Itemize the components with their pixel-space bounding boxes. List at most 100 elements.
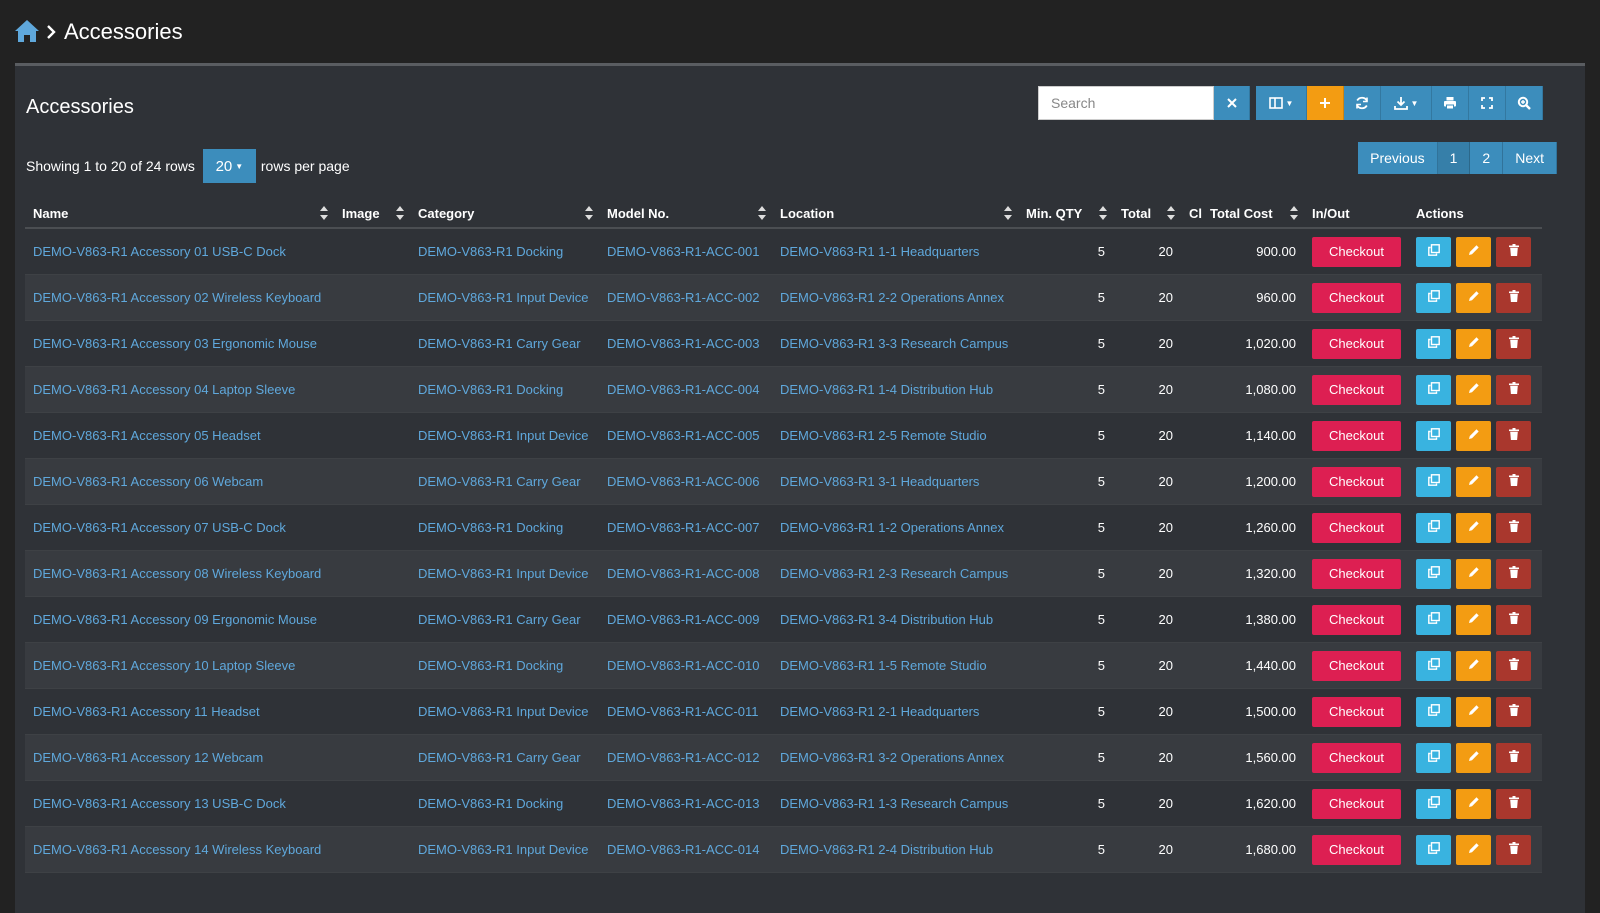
column-header-category[interactable]: Category	[410, 198, 599, 228]
delete-button[interactable]	[1496, 374, 1531, 405]
clear-search-button[interactable]	[1214, 86, 1250, 120]
accessory-name-link[interactable]: DEMO-V863-R1 Accessory 04 Laptop Sleeve	[25, 382, 334, 397]
edit-button[interactable]	[1456, 650, 1491, 681]
model-number-link[interactable]: DEMO-V863-R1-ACC-001	[599, 244, 772, 259]
edit-button[interactable]	[1456, 604, 1491, 635]
location-link[interactable]: DEMO-V863-R1 2-4 Distribution Hub	[772, 842, 1018, 857]
accessory-name-link[interactable]: DEMO-V863-R1 Accessory 10 Laptop Sleeve	[25, 658, 334, 673]
next-page-button[interactable]: Next	[1503, 142, 1557, 174]
category-link[interactable]: DEMO-V863-R1 Carry Gear	[410, 612, 599, 627]
edit-button[interactable]	[1456, 236, 1491, 267]
edit-button[interactable]	[1456, 466, 1491, 497]
location-link[interactable]: DEMO-V863-R1 3-3 Research Campus	[772, 336, 1018, 351]
checkout-button[interactable]: Checkout	[1312, 374, 1401, 405]
column-header-total[interactable]: Total	[1113, 198, 1181, 228]
delete-button[interactable]	[1496, 650, 1531, 681]
column-header-name[interactable]: Name	[25, 198, 334, 228]
model-number-link[interactable]: DEMO-V863-R1-ACC-010	[599, 658, 772, 673]
location-link[interactable]: DEMO-V863-R1 2-2 Operations Annex	[772, 290, 1018, 305]
category-link[interactable]: DEMO-V863-R1 Docking	[410, 244, 599, 259]
home-icon[interactable]	[14, 19, 40, 45]
sort-icon[interactable]	[585, 206, 593, 220]
location-link[interactable]: DEMO-V863-R1 2-3 Research Campus	[772, 566, 1018, 581]
edit-button[interactable]	[1456, 328, 1491, 359]
category-link[interactable]: DEMO-V863-R1 Docking	[410, 658, 599, 673]
delete-button[interactable]	[1496, 558, 1531, 589]
edit-button[interactable]	[1456, 834, 1491, 865]
edit-button[interactable]	[1456, 742, 1491, 773]
clone-button[interactable]	[1416, 282, 1451, 313]
location-link[interactable]: DEMO-V863-R1 2-5 Remote Studio	[772, 428, 1018, 443]
checkout-button[interactable]: Checkout	[1312, 558, 1401, 589]
category-link[interactable]: DEMO-V863-R1 Input Device	[410, 290, 599, 305]
accessory-name-link[interactable]: DEMO-V863-R1 Accessory 05 Headset	[25, 428, 334, 443]
checkout-button[interactable]: Checkout	[1312, 236, 1401, 267]
delete-button[interactable]	[1496, 328, 1531, 359]
accessory-name-link[interactable]: DEMO-V863-R1 Accessory 09 Ergonomic Mous…	[25, 612, 334, 627]
category-link[interactable]: DEMO-V863-R1 Docking	[410, 796, 599, 811]
accessory-name-link[interactable]: DEMO-V863-R1 Accessory 02 Wireless Keybo…	[25, 290, 334, 305]
edit-button[interactable]	[1456, 512, 1491, 543]
clone-button[interactable]	[1416, 696, 1451, 727]
delete-button[interactable]	[1496, 512, 1531, 543]
model-number-link[interactable]: DEMO-V863-R1-ACC-007	[599, 520, 772, 535]
accessory-name-link[interactable]: DEMO-V863-R1 Accessory 06 Webcam	[25, 474, 334, 489]
clone-button[interactable]	[1416, 512, 1451, 543]
sort-icon[interactable]	[1167, 206, 1175, 220]
model-number-link[interactable]: DEMO-V863-R1-ACC-002	[599, 290, 772, 305]
checkout-button[interactable]: Checkout	[1312, 466, 1401, 497]
delete-button[interactable]	[1496, 742, 1531, 773]
refresh-button[interactable]	[1344, 86, 1381, 120]
checkout-button[interactable]: Checkout	[1312, 742, 1401, 773]
model-number-link[interactable]: DEMO-V863-R1-ACC-013	[599, 796, 772, 811]
accessory-name-link[interactable]: DEMO-V863-R1 Accessory 08 Wireless Keybo…	[25, 566, 334, 581]
clone-button[interactable]	[1416, 834, 1451, 865]
export-button[interactable]: ▼	[1381, 86, 1432, 120]
clone-button[interactable]	[1416, 328, 1451, 359]
delete-button[interactable]	[1496, 834, 1531, 865]
checkout-button[interactable]: Checkout	[1312, 328, 1401, 359]
delete-button[interactable]	[1496, 696, 1531, 727]
category-link[interactable]: DEMO-V863-R1 Carry Gear	[410, 336, 599, 351]
edit-button[interactable]	[1456, 420, 1491, 451]
category-link[interactable]: DEMO-V863-R1 Docking	[410, 520, 599, 535]
checkout-button[interactable]: Checkout	[1312, 696, 1401, 727]
category-link[interactable]: DEMO-V863-R1 Input Device	[410, 428, 599, 443]
clone-button[interactable]	[1416, 788, 1451, 819]
column-header-min-qty[interactable]: Min. QTY	[1018, 198, 1113, 228]
location-link[interactable]: DEMO-V863-R1 3-1 Headquarters	[772, 474, 1018, 489]
accessory-name-link[interactable]: DEMO-V863-R1 Accessory 01 USB-C Dock	[25, 244, 334, 259]
column-header-model-no[interactable]: Model No.	[599, 198, 772, 228]
sort-icon[interactable]	[1290, 206, 1298, 220]
model-number-link[interactable]: DEMO-V863-R1-ACC-011	[599, 704, 772, 719]
column-header-total-cost[interactable]: Total Cost	[1202, 198, 1304, 228]
page-1-button[interactable]: 1	[1437, 142, 1471, 174]
clone-button[interactable]	[1416, 420, 1451, 451]
accessory-name-link[interactable]: DEMO-V863-R1 Accessory 12 Webcam	[25, 750, 334, 765]
model-number-link[interactable]: DEMO-V863-R1-ACC-014	[599, 842, 772, 857]
accessory-name-link[interactable]: DEMO-V863-R1 Accessory 07 USB-C Dock	[25, 520, 334, 535]
page-size-dropdown[interactable]: 20 ▼	[202, 149, 256, 183]
category-link[interactable]: DEMO-V863-R1 Carry Gear	[410, 474, 599, 489]
advanced-search-button[interactable]	[1506, 86, 1543, 120]
model-number-link[interactable]: DEMO-V863-R1-ACC-003	[599, 336, 772, 351]
print-button[interactable]	[1432, 86, 1469, 120]
category-link[interactable]: DEMO-V863-R1 Input Device	[410, 566, 599, 581]
checkout-button[interactable]: Checkout	[1312, 650, 1401, 681]
checkout-button[interactable]: Checkout	[1312, 512, 1401, 543]
clone-button[interactable]	[1416, 604, 1451, 635]
category-link[interactable]: DEMO-V863-R1 Input Device	[410, 842, 599, 857]
clone-button[interactable]	[1416, 374, 1451, 405]
location-link[interactable]: DEMO-V863-R1 1-1 Headquarters	[772, 244, 1018, 259]
location-link[interactable]: DEMO-V863-R1 3-2 Operations Annex	[772, 750, 1018, 765]
delete-button[interactable]	[1496, 604, 1531, 635]
clone-button[interactable]	[1416, 558, 1451, 589]
delete-button[interactable]	[1496, 466, 1531, 497]
checkout-button[interactable]: Checkout	[1312, 834, 1401, 865]
category-link[interactable]: DEMO-V863-R1 Carry Gear	[410, 750, 599, 765]
edit-button[interactable]	[1456, 558, 1491, 589]
model-number-link[interactable]: DEMO-V863-R1-ACC-005	[599, 428, 772, 443]
sort-icon[interactable]	[758, 206, 766, 220]
location-link[interactable]: DEMO-V863-R1 1-2 Operations Annex	[772, 520, 1018, 535]
edit-button[interactable]	[1456, 374, 1491, 405]
